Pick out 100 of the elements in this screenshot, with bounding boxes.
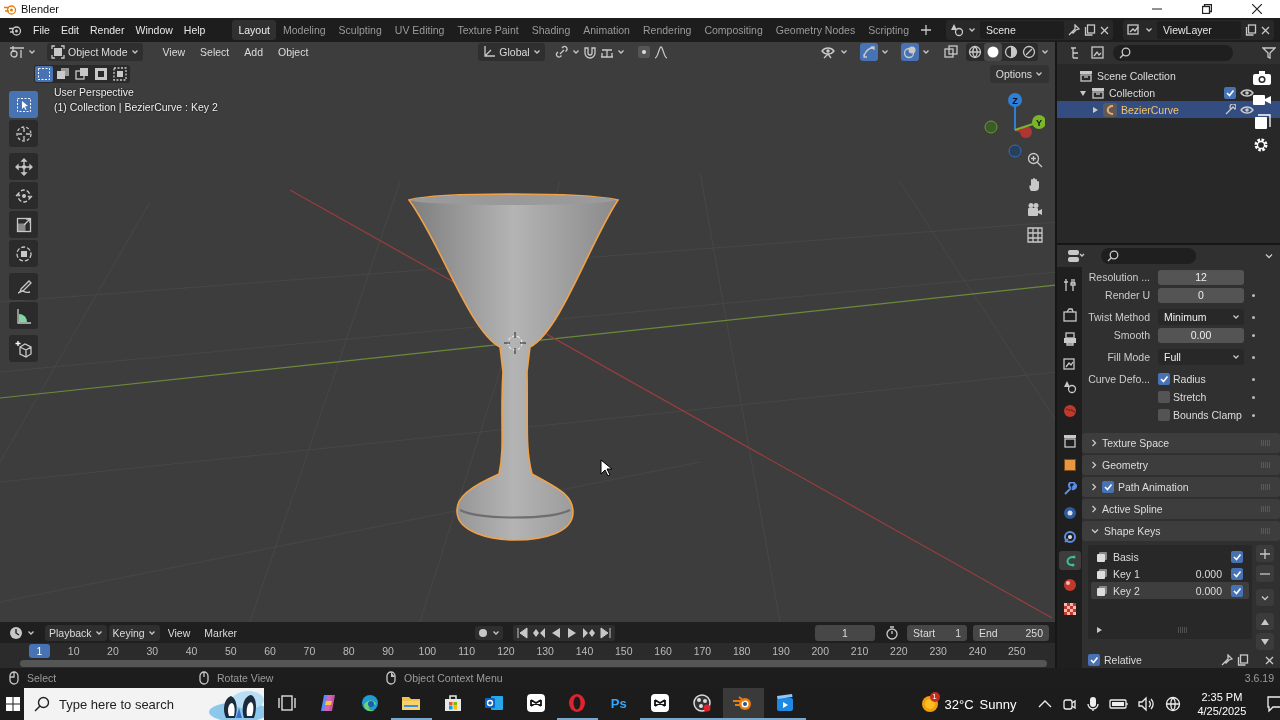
frame-number: 220 [889,644,909,657]
shape-key-row[interactable]: Basis [1091,548,1249,565]
number-field[interactable]: 12 [1158,269,1244,285]
shape-key-row[interactable]: Key 2 0.000 [1091,582,1249,599]
frame-number: 80 [341,644,356,657]
shape-key-row[interactable]: Key 1 0.000 [1091,565,1249,582]
search-box[interactable]: Type here to search [24,688,264,720]
temperature: 32°C [944,696,974,712]
view-layer-field[interactable]: ViewLayer [1157,21,1241,39]
window-title: Blender [21,3,59,15]
view-layer-selector[interactable]: ViewLayer [1123,20,1274,40]
outliner-row[interactable]: Collection [1057,84,1280,101]
menu-item[interactable]: Select [194,44,236,60]
menu-item[interactable]: Help [178,21,211,39]
panel-header[interactable]: Shape Keys [1082,521,1280,541]
frame-field[interactable]: 1 [815,624,875,641]
property-label: Curve Defo... [1088,373,1151,385]
number-field[interactable]: 0 [1158,287,1244,303]
orientation-label: Global [499,46,530,58]
options-label: Options [995,67,1032,80]
clock-date[interactable]: 4/25/2025 [1197,704,1247,718]
workspace-tab[interactable]: Texture Paint [451,20,525,40]
end-label: End [979,626,998,639]
workspace-tab[interactable]: Animation [577,20,636,40]
menu-item[interactable]: Playback [45,624,107,641]
number-field[interactable]: 0.00 [1158,327,1244,343]
shape-key-value: 0.000 [1195,584,1222,597]
workspace-tab[interactable]: Rendering [636,20,698,40]
y-axis-handle[interactable]: Y [1014,115,1045,131]
status-hint: Object Context Menu [404,672,503,684]
frame-number: 110 [457,644,476,657]
frame-number: 50 [224,644,238,657]
checkbox-label[interactable]: Radius [1173,373,1206,385]
start-label: Start [913,626,936,639]
frame-number: 60 [263,644,277,657]
shape-key-name: Key 2 [1113,584,1141,597]
outliner-label: BezierCurve [1121,103,1180,116]
frame-number: 70 [302,644,317,657]
panel-header[interactable]: Active Spline [1082,499,1280,519]
checkbox-label[interactable]: Stretch [1173,391,1207,403]
scene-selector[interactable]: Scene [946,20,1113,40]
workspace-tab[interactable]: UV Editing [388,20,451,40]
scene-name-field[interactable]: Scene [980,21,1064,39]
panel-title: Active Spline [1102,503,1164,515]
panel-title: Texture Space [1102,437,1171,449]
panel-title: Shape Keys [1104,525,1162,537]
outliner-row[interactable]: BezierCurve [1057,101,1280,118]
dropdown[interactable]: Full [1158,349,1244,365]
app-label: Ps [610,695,627,711]
frame-number: 230 [928,644,948,657]
mode-label: Object Mode [68,46,128,58]
taskbar-app[interactable]: Ps [598,688,640,720]
orientation-dropdown[interactable]: Global [478,43,545,61]
workspace-tab[interactable]: Sculpting [332,20,388,40]
menu-item[interactable]: Keying [108,624,160,641]
workspace-tab[interactable]: Compositing [698,20,769,40]
workspace-tab[interactable]: Geometry Nodes [769,20,862,40]
mode-dropdown[interactable]: Object Mode [47,43,143,61]
menu-item[interactable]: Window [130,21,178,39]
menu-item[interactable]: Add [238,44,269,60]
property-label: Twist Method [1088,311,1151,323]
panel-header[interactable]: Geometry [1082,455,1280,475]
menu-item[interactable]: Object [272,44,315,60]
frame-number: 30 [145,644,160,657]
panel-header[interactable]: Texture Space [1082,433,1280,453]
workspace-tab[interactable]: Modeling [276,20,332,40]
view-name: User Perspective [54,86,135,98]
end-value: 250 [1025,626,1043,639]
dropdown-value: Minimum [1164,311,1207,323]
dropdown[interactable]: Minimum [1158,309,1244,325]
checkbox-label[interactable]: Relative [1104,654,1217,666]
outliner-row[interactable]: Scene Collection [1057,67,1280,84]
frame-number: 180 [731,644,752,657]
options-dropdown[interactable]: Options [989,64,1049,83]
end-frame-field[interactable]: End 250 [973,624,1049,641]
start-frame-field[interactable]: Start 1 [907,624,967,641]
menu-item[interactable]: Edit [55,21,84,39]
workspace-tab[interactable]: Scripting [862,20,915,40]
menu-item[interactable]: View [161,624,197,641]
menu-item[interactable]: File [28,21,55,39]
menu-item[interactable]: Render [85,21,130,39]
dropdown-value: Full [1164,351,1181,363]
3d-viewport[interactable]: Z Y Object Mode View Select Add Object Global Options User Perspective (1) Collection | BezierCurve : Key 2 [0,42,1055,622]
menu-item[interactable]: Marker [198,624,243,641]
checkbox-label[interactable]: Bounds Clamp [1173,409,1242,421]
menu-item[interactable]: View [156,44,192,60]
search-field[interactable]: Type here to search [59,696,199,712]
playhead[interactable]: 1 [29,644,50,658]
panel-header[interactable]: Path Animation [1082,477,1280,497]
outliner-label: Collection [1109,86,1157,99]
frame-number: 160 [653,644,673,657]
status-hint: Select [27,672,57,684]
frame-number: 90 [381,644,395,657]
workspace-tab[interactable]: Layout [232,20,276,40]
clock-time[interactable]: 2:35 PM [1201,690,1243,704]
z-axis-handle[interactable]: Z [1008,93,1022,131]
workspace-tab[interactable]: Shading [525,20,577,40]
weather-widget[interactable]: 1 32°C Sunny [920,695,1017,713]
shape-key-name: Key 1 [1113,567,1141,580]
panel-title: Geometry [1102,459,1150,471]
